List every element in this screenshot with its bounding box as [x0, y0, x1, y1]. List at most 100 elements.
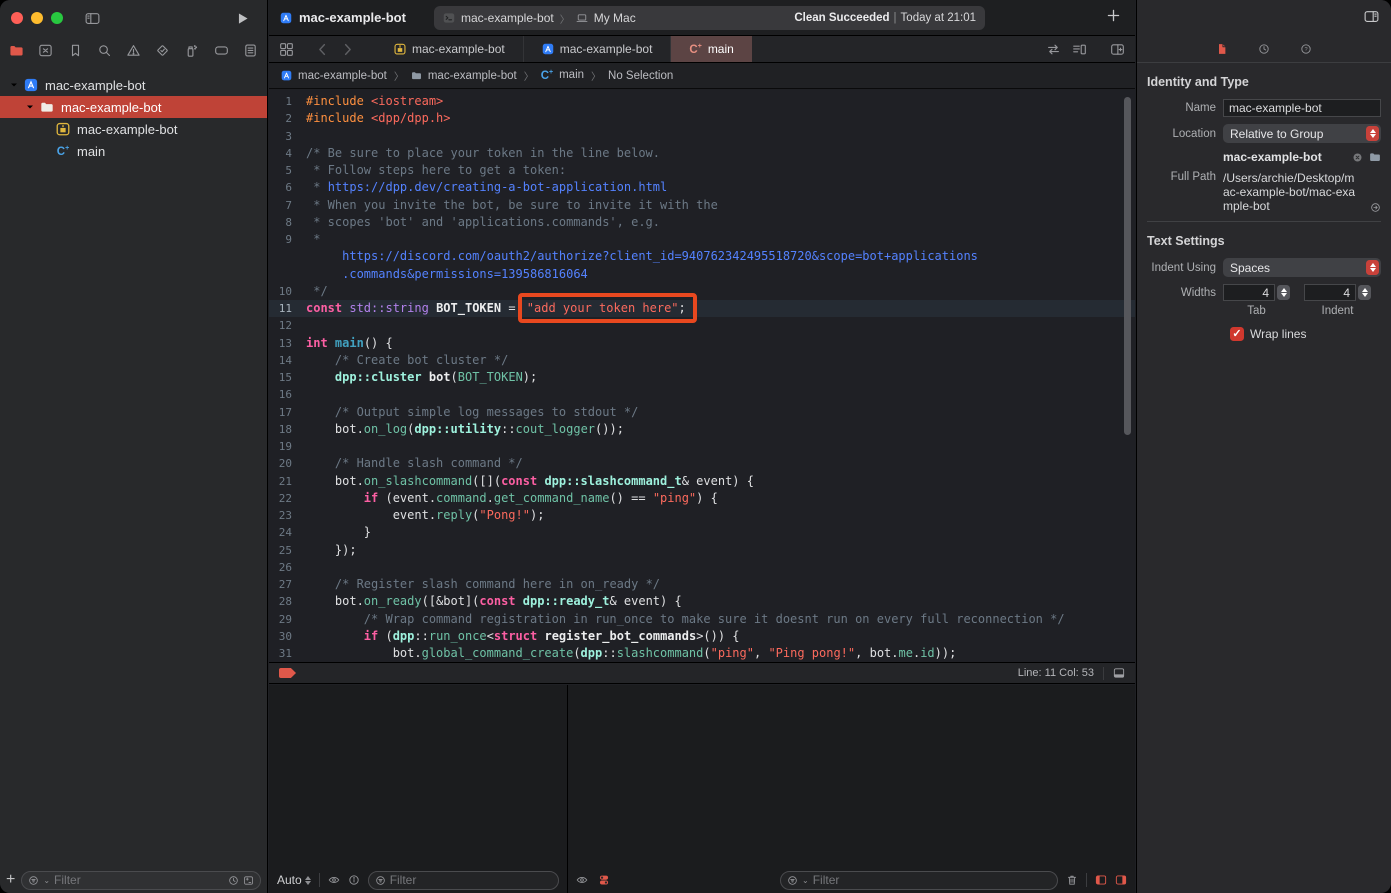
- code-line[interactable]: 18 bot.on_log(dpp::utility::cout_logger(…: [269, 421, 1135, 438]
- line-number[interactable]: [269, 248, 306, 265]
- info-icon[interactable]: [348, 874, 360, 886]
- xsquare-navigator-icon[interactable]: [38, 43, 53, 58]
- toggle-navigator-icon[interactable]: [85, 11, 100, 26]
- source-control-status-filter-icon[interactable]: [243, 875, 254, 886]
- code-line[interactable]: 3: [269, 128, 1135, 145]
- back-icon[interactable]: [315, 42, 330, 57]
- navigator-filter-field[interactable]: ⌄ Filter: [21, 871, 261, 890]
- code-line[interactable]: 31 bot.global_command_create(dpp::slashc…: [269, 645, 1135, 662]
- code-line[interactable]: 6 * https://dpp.dev/creating-a-bot-appli…: [269, 179, 1135, 196]
- line-number[interactable]: 29: [269, 611, 306, 628]
- tab-width-stepper[interactable]: 4: [1223, 284, 1290, 301]
- line-number[interactable]: 23: [269, 507, 306, 524]
- code-line[interactable]: 12: [269, 317, 1135, 334]
- variables-view[interactable]: Auto Filter: [269, 685, 568, 893]
- code-line[interactable]: .commands&permissions=139586816064: [269, 266, 1135, 283]
- add-editor-icon[interactable]: [1110, 42, 1125, 57]
- show-console-view-icon[interactable]: [1115, 874, 1127, 886]
- code-line[interactable]: 30 if (dpp::run_once<struct register_bot…: [269, 628, 1135, 645]
- line-number[interactable]: 14: [269, 352, 306, 369]
- reveal-in-finder-icon[interactable]: [1370, 202, 1381, 213]
- line-number[interactable]: 19: [269, 438, 306, 455]
- editor-scrollbar[interactable]: [1124, 97, 1131, 435]
- code-line[interactable]: 5 * Follow steps here to get a token:: [269, 162, 1135, 179]
- line-number[interactable]: 24: [269, 524, 306, 541]
- line-number[interactable]: 22: [269, 490, 306, 507]
- clear-console-icon[interactable]: [1066, 874, 1078, 886]
- code-line[interactable]: 10 */: [269, 283, 1135, 300]
- tag-navigator-icon[interactable]: [214, 43, 229, 58]
- code-line[interactable]: 19: [269, 438, 1135, 455]
- breadcrumb-item[interactable]: mac-example-bot: [411, 70, 517, 82]
- stepper-icon[interactable]: [1358, 285, 1371, 300]
- code-line[interactable]: 20 /* Handle slash command */: [269, 455, 1135, 472]
- code-line[interactable]: 25 });: [269, 542, 1135, 559]
- zoom-button[interactable]: [51, 12, 63, 24]
- code-line[interactable]: 23 event.reply("Pong!");: [269, 507, 1135, 524]
- code-line[interactable]: 13int main() {: [269, 335, 1135, 352]
- line-number[interactable]: 12: [269, 317, 306, 334]
- folder-navigator-icon[interactable]: [9, 43, 24, 58]
- name-field[interactable]: mac-example-bot: [1223, 99, 1381, 117]
- console-filter-field[interactable]: ⌄ Filter: [780, 871, 1058, 890]
- minimize-button[interactable]: [31, 12, 43, 24]
- line-number[interactable]: 25: [269, 542, 306, 559]
- run-button[interactable]: [235, 11, 250, 26]
- code-line[interactable]: 26: [269, 559, 1135, 576]
- breakpoints-toggle-icon[interactable]: [279, 668, 296, 678]
- line-number[interactable]: 16: [269, 386, 306, 403]
- line-number[interactable]: 26: [269, 559, 306, 576]
- console-toggles-icon[interactable]: [598, 874, 610, 886]
- spray-navigator-icon[interactable]: [184, 43, 199, 58]
- close-button[interactable]: [11, 12, 23, 24]
- code-line[interactable]: 1#include <iostream>: [269, 93, 1135, 110]
- disclosure-chevron-icon[interactable]: [24, 101, 36, 113]
- line-number[interactable]: 13: [269, 335, 306, 352]
- scheme-selector[interactable]: mac-example-bot 〉 My Mac: [443, 11, 636, 26]
- help-inspector-icon[interactable]: ?: [1300, 43, 1312, 55]
- library-plus-button[interactable]: [1106, 8, 1121, 23]
- console-view[interactable]: ⌄ Filter: [568, 685, 1135, 893]
- line-number[interactable]: 2: [269, 110, 306, 127]
- file-inspector-icon[interactable]: [1216, 43, 1228, 55]
- jump-bar[interactable]: mac-example-bot〉mac-example-bot〉C+main〉N…: [269, 63, 1135, 89]
- editor-tab-mac-example-bot[interactable]: mac-example-bot: [376, 36, 524, 62]
- code-line[interactable]: 15 dpp::cluster bot(BOT_TOKEN);: [269, 369, 1135, 386]
- line-number[interactable]: 31: [269, 645, 306, 662]
- choose-folder-icon[interactable]: [1369, 151, 1381, 163]
- show-variables-view-icon[interactable]: [1095, 874, 1107, 886]
- breadcrumb-item[interactable]: C+main: [541, 69, 584, 82]
- history-inspector-icon[interactable]: [1258, 43, 1270, 55]
- code-line[interactable]: 11const std::string BOT_TOKEN = "add you…: [269, 300, 1135, 317]
- clear-location-icon[interactable]: [1352, 152, 1363, 163]
- indent-using-popup[interactable]: Spaces: [1223, 258, 1381, 277]
- navigator-item-mac-example-bot[interactable]: mac-example-bot: [0, 118, 267, 140]
- related-items-icon[interactable]: [1046, 42, 1061, 57]
- quick-look-icon[interactable]: [576, 874, 588, 886]
- line-number[interactable]: 3: [269, 128, 306, 145]
- line-number[interactable]: 18: [269, 421, 306, 438]
- code-line[interactable]: 16: [269, 386, 1135, 403]
- recent-files-filter-icon[interactable]: [228, 875, 239, 886]
- toggle-debug-area-icon[interactable]: [1113, 667, 1125, 679]
- stepper-icon[interactable]: [1277, 285, 1290, 300]
- code-line[interactable]: 14 /* Create bot cluster */: [269, 352, 1135, 369]
- variables-scope-popup[interactable]: Auto: [277, 873, 311, 887]
- breadcrumb-item[interactable]: mac-example-bot: [281, 70, 387, 82]
- code-line[interactable]: 9 *: [269, 231, 1135, 248]
- code-line[interactable]: 2#include <dpp/dpp.h>: [269, 110, 1135, 127]
- source-editor[interactable]: 1#include <iostream>2#include <dpp/dpp.h…: [269, 90, 1135, 662]
- line-number[interactable]: 1: [269, 93, 306, 110]
- code-line[interactable]: https://discord.com/oauth2/authorize?cli…: [269, 248, 1135, 265]
- line-number[interactable]: 6: [269, 179, 306, 196]
- code-line[interactable]: 8 * scopes 'bot' and 'applications.comma…: [269, 214, 1135, 231]
- line-number[interactable]: 4: [269, 145, 306, 162]
- code-line[interactable]: 4/* Be sure to place your token in the l…: [269, 145, 1135, 162]
- code-line[interactable]: 21 bot.on_slashcommand([](const dpp::sla…: [269, 473, 1135, 490]
- line-number[interactable]: 28: [269, 593, 306, 610]
- search-navigator-icon[interactable]: [97, 43, 112, 58]
- line-number[interactable]: 30: [269, 628, 306, 645]
- line-number[interactable]: 7: [269, 197, 306, 214]
- line-number[interactable]: 11: [269, 300, 306, 317]
- variables-filter-field[interactable]: Filter: [368, 871, 559, 890]
